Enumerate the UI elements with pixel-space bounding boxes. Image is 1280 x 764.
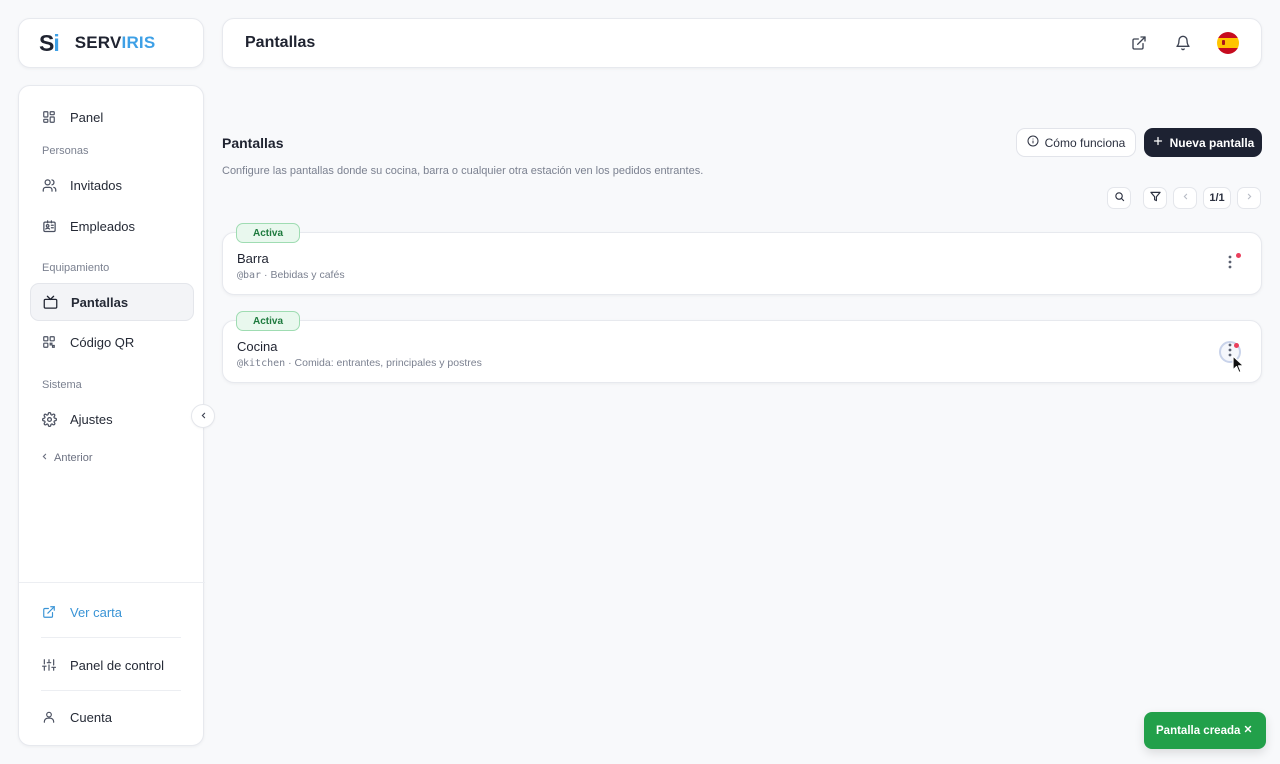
next-page-button[interactable] xyxy=(1237,187,1261,209)
back-link[interactable]: Anterior xyxy=(40,452,93,464)
sidebar-item-codigo-qr[interactable]: Código QR xyxy=(30,323,194,361)
screen-card-cocina[interactable]: Activa Cocina @kitchen · Comida: entrant… xyxy=(222,311,1262,383)
sidebar-item-ajustes[interactable]: Ajustes xyxy=(30,400,194,438)
logo-card[interactable]: Si SERVIRIS xyxy=(18,18,204,68)
close-icon xyxy=(1243,724,1253,737)
sliders-icon xyxy=(41,657,57,673)
sidebar-item-label: Invitados xyxy=(70,177,123,193)
sidebar-item-cuenta[interactable]: Cuenta xyxy=(30,698,194,736)
logo-text-iris: IRIS xyxy=(121,33,156,52)
sidebar-divider xyxy=(41,690,181,691)
search-button[interactable] xyxy=(1107,187,1131,209)
screen-subtitle: @bar · Bebidas y cafés xyxy=(237,269,345,281)
notification-dot xyxy=(1236,253,1241,258)
qr-code-icon xyxy=(41,334,57,350)
toast-close-button[interactable] xyxy=(1240,722,1256,738)
page-title: Pantallas xyxy=(245,34,316,51)
sidebar-item-empleados[interactable]: Empleados xyxy=(30,207,194,245)
gear-icon xyxy=(41,411,57,427)
section-label-system: Sistema xyxy=(42,379,82,391)
how-it-works-button[interactable]: Cómo funciona xyxy=(1016,128,1136,157)
users-icon xyxy=(41,177,57,193)
logo-mark-i: i xyxy=(53,29,59,56)
screen-handle: @bar xyxy=(237,270,262,281)
filter-icon xyxy=(1149,191,1161,205)
screen-handle: @kitchen xyxy=(237,358,286,369)
sidebar-item-label: Panel xyxy=(70,109,104,125)
top-header: Pantallas xyxy=(222,18,1262,68)
section-label-people: Personas xyxy=(42,145,89,157)
toast-message: Pantalla creada xyxy=(1156,724,1241,737)
screen-subtitle: @kitchen · Comida: entrantes, principale… xyxy=(237,357,482,369)
sidebar-divider xyxy=(19,582,205,583)
chevron-right-icon xyxy=(1245,192,1254,204)
sidebar-item-label: Ajustes xyxy=(70,411,113,427)
separator: · xyxy=(285,357,295,369)
sidebar-item-ver-carta[interactable]: Ver carta xyxy=(30,593,194,631)
section-label-equipment: Equipamiento xyxy=(42,262,110,274)
external-link-icon[interactable] xyxy=(1127,31,1151,55)
sidebar-item-pantallas[interactable]: Pantallas xyxy=(30,283,194,321)
bell-icon[interactable] xyxy=(1171,31,1195,55)
toast-notification: Pantalla creada xyxy=(1144,712,1266,749)
new-screen-label: Nueva pantalla xyxy=(1169,135,1255,150)
filter-button[interactable] xyxy=(1143,187,1167,209)
back-link-label: Anterior xyxy=(54,452,93,464)
sidebar-item-label: Pantallas xyxy=(71,294,129,310)
screen-name: Cocina xyxy=(237,339,278,354)
header-actions xyxy=(1127,31,1239,55)
chevron-left-icon xyxy=(40,452,49,464)
sidebar-item-panel-de-control[interactable]: Panel de control xyxy=(30,646,194,684)
screen-card-barra[interactable]: Activa Barra @bar · Bebidas y cafés xyxy=(222,223,1262,295)
status-badge: Activa xyxy=(236,311,301,331)
logo-text: SERVIRIS xyxy=(75,33,156,53)
chevron-left-icon xyxy=(199,407,208,425)
sidebar-divider xyxy=(41,637,181,638)
info-icon xyxy=(1027,135,1039,150)
sidebar-item-label: Empleados xyxy=(70,218,136,234)
more-vertical-icon xyxy=(1228,255,1232,274)
how-it-works-label: Cómo funciona xyxy=(1044,135,1126,150)
grid-icon xyxy=(41,109,57,125)
notification-dot xyxy=(1234,343,1239,348)
external-link-icon xyxy=(41,604,57,620)
screen-description: Bebidas y cafés xyxy=(270,269,345,281)
tv-icon xyxy=(42,294,58,310)
sidebar-item-label: Cuenta xyxy=(70,709,112,725)
sidebar-item-invitados[interactable]: Invitados xyxy=(30,166,194,204)
section-description: Configure las pantallas donde su cocina,… xyxy=(222,165,704,177)
spain-flag-icon[interactable] xyxy=(1217,32,1239,54)
logo-mark: Si xyxy=(39,29,60,57)
sidebar-item-panel[interactable]: Panel xyxy=(30,98,194,136)
search-icon xyxy=(1114,191,1125,205)
pagination-indicator: 1/1 xyxy=(1203,187,1231,209)
chevron-left-icon xyxy=(1181,192,1190,204)
sidebar-item-label: Código QR xyxy=(70,334,135,350)
sidebar-item-label: Ver carta xyxy=(70,604,123,620)
logo-text-serv: SERV xyxy=(74,33,122,52)
section-title: Pantallas xyxy=(222,135,284,151)
id-card-icon xyxy=(41,218,57,234)
more-options-button[interactable] xyxy=(1219,253,1241,275)
screen-description: Comida: entrantes, principales y postres xyxy=(294,357,482,369)
mouse-cursor-icon xyxy=(1232,355,1246,375)
sidebar-item-label: Panel de control xyxy=(70,657,164,673)
logo-mark-s: S xyxy=(39,29,54,56)
status-badge: Activa xyxy=(236,223,301,243)
screen-name: Barra xyxy=(237,251,269,266)
user-icon xyxy=(41,709,57,725)
sidebar: Panel Personas Invitados Empleados Equip… xyxy=(18,85,205,746)
sidebar-collapse-button[interactable] xyxy=(191,404,215,428)
plus-icon xyxy=(1152,135,1164,150)
prev-page-button[interactable] xyxy=(1173,187,1197,209)
new-screen-button[interactable]: Nueva pantalla xyxy=(1144,128,1262,157)
